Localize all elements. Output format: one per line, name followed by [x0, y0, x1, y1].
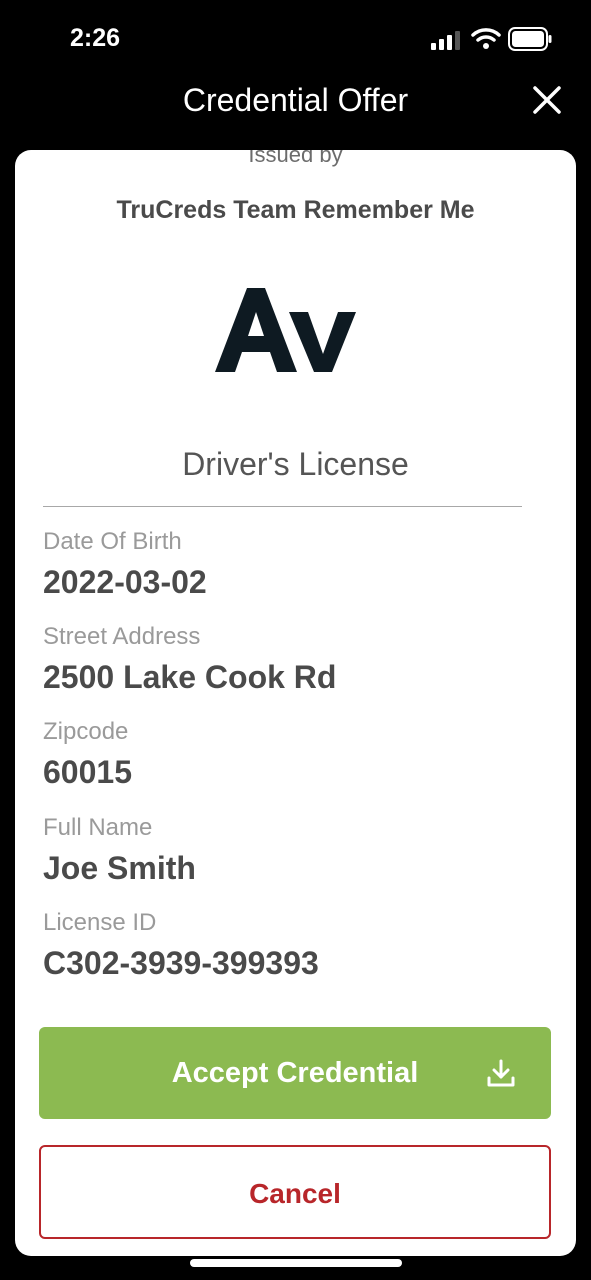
page-title: Credential Offer [182, 82, 409, 118]
home-indicator[interactable] [190, 1259, 402, 1267]
field-label-full-name: Full Name [43, 814, 153, 841]
accept-button-label: Accept Credential [171, 1057, 419, 1089]
field-label-date-of-birth: Date Of Birth [43, 528, 182, 555]
status-time: 2:26 [70, 24, 121, 52]
accept-credential-button[interactable]: Accept Credential [39, 1027, 551, 1119]
field-value-full-name: Joe Smith [43, 850, 196, 886]
field-value-date-of-birth: 2022-03-02 [43, 564, 207, 600]
close-icon[interactable] [531, 84, 563, 116]
issuer-logo [215, 288, 356, 372]
header: Credential Offer [0, 78, 591, 128]
field-value-street-address: 2500 Lake Cook Rd [43, 659, 337, 695]
signal-icon [431, 31, 460, 50]
issued-by-label: Issued by [248, 150, 343, 167]
wifi-icon [471, 28, 501, 49]
field-label-street-address: Street Address [43, 623, 201, 650]
credential-card: Issued by TruCreds Team Remember Me Driv… [15, 150, 576, 1256]
field-value-license-id: C302-3939-399393 [43, 945, 319, 981]
field-label-zipcode: Zipcode [43, 718, 129, 745]
field-value-zipcode: 60015 [43, 754, 132, 790]
cancel-button-label: Cancel [249, 1178, 341, 1209]
battery-icon [508, 27, 552, 51]
field-label-license-id: License ID [43, 909, 157, 936]
download-icon [487, 1059, 515, 1087]
cancel-button[interactable]: Cancel [39, 1145, 551, 1239]
credential-type: Driver's License [182, 446, 409, 482]
issuer-name: TruCreds Team Remember Me [116, 196, 475, 224]
status-bar: 2:26 [0, 0, 591, 80]
divider [43, 506, 522, 507]
